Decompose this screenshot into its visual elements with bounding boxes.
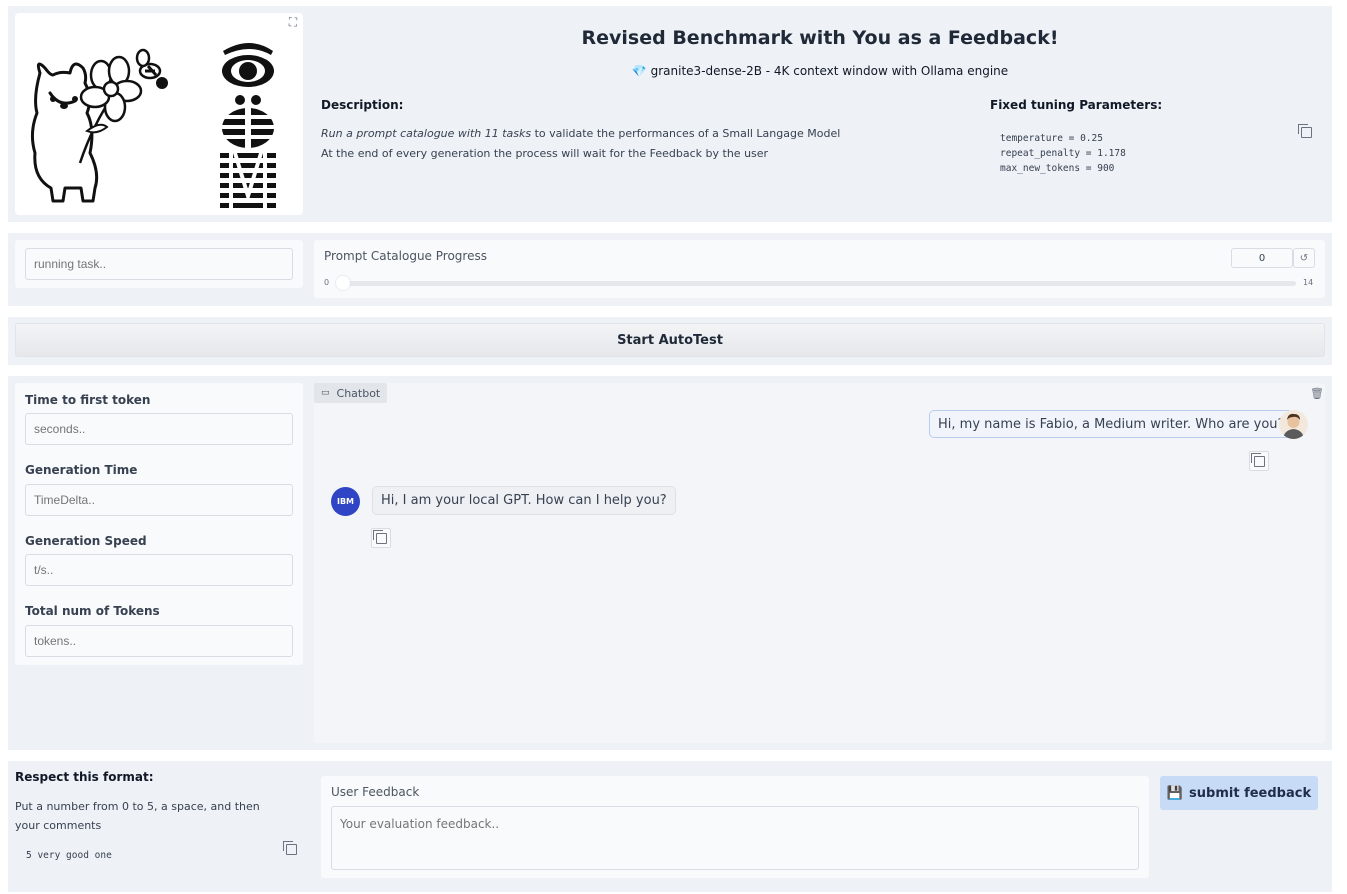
reset-icon: ↺ bbox=[1299, 252, 1309, 264]
param-temperature: temperature = 0.25 bbox=[1000, 133, 1103, 144]
start-autotest-button[interactable]: Start AutoTest bbox=[15, 323, 1325, 357]
llama-ibm-illustration bbox=[30, 43, 285, 213]
start-autotest-label: Start AutoTest bbox=[617, 332, 723, 348]
description-heading: Description: bbox=[321, 98, 404, 112]
format-heading: Respect this format: bbox=[15, 770, 154, 784]
feedback-textarea[interactable] bbox=[331, 806, 1139, 870]
format-example: 5 very good one bbox=[26, 850, 112, 861]
description-line-2: At the end of every generation the proce… bbox=[321, 147, 769, 160]
progress-value: 0 bbox=[1258, 252, 1266, 264]
copy-example-icon[interactable] bbox=[282, 840, 300, 858]
tokens-input[interactable] bbox=[25, 625, 293, 657]
submit-feedback-label: submit feedback bbox=[1189, 785, 1312, 801]
params-code-block: temperature = 0.25 repeat_penalty = 1.17… bbox=[1000, 131, 1126, 176]
ttft-label: Time to first token bbox=[25, 393, 151, 407]
logo-image bbox=[15, 13, 303, 215]
submit-feedback-button[interactable]: 💾 submit feedback bbox=[1160, 776, 1318, 810]
slider-handle[interactable] bbox=[336, 276, 350, 290]
trash-icon[interactable]: 🗑 bbox=[1308, 384, 1326, 402]
copy-params-icon[interactable] bbox=[1297, 123, 1315, 141]
description-line-1: Run a prompt catalogue with 11 tasks to … bbox=[321, 127, 840, 140]
fullscreen-icon[interactable]: ⛶ bbox=[284, 13, 302, 31]
person-icon bbox=[1283, 413, 1304, 439]
gem-icon: 💎 bbox=[631, 64, 647, 78]
chatbot-tag: ▭ Chatbot bbox=[314, 383, 388, 403]
user-avatar bbox=[1279, 410, 1308, 439]
copy-user-message-icon[interactable] bbox=[1249, 451, 1269, 471]
slider-min-label: 0 bbox=[324, 278, 330, 287]
param-repeat-penalty: repeat_penalty = 1.178 bbox=[1000, 148, 1126, 159]
running-task-input[interactable] bbox=[25, 248, 293, 280]
progress-label: Prompt Catalogue Progress bbox=[324, 249, 487, 263]
gen-speed-input[interactable] bbox=[25, 554, 293, 586]
progress-number-input[interactable]: 0 bbox=[1231, 248, 1293, 268]
slider-max-label: 14 bbox=[1303, 278, 1314, 287]
gen-time-input[interactable] bbox=[25, 484, 293, 516]
gen-speed-label: Generation Speed bbox=[25, 534, 147, 548]
gen-time-label: Generation Time bbox=[25, 463, 138, 477]
bot-message: Hi, I am your local GPT. How can I help … bbox=[372, 486, 676, 515]
description-rest: to validate the performances of a Small … bbox=[531, 127, 841, 140]
user-message: Hi, my name is Fabio, a Medium writer. W… bbox=[929, 410, 1294, 438]
chat-icon: ▭ bbox=[321, 388, 330, 398]
params-heading: Fixed tuning Parameters: bbox=[990, 98, 1163, 112]
reset-button[interactable]: ↺ bbox=[1293, 248, 1315, 268]
copy-bot-message-icon[interactable] bbox=[371, 528, 391, 548]
chatbot-label: Chatbot bbox=[336, 386, 381, 400]
tokens-label: Total num of Tokens bbox=[25, 604, 160, 618]
ibm-logo: IBM bbox=[336, 497, 355, 506]
page-title: Revised Benchmark with You as a Feedback… bbox=[581, 27, 1059, 49]
bot-avatar: IBM bbox=[331, 487, 360, 516]
subtitle-text: granite3-dense-2B - 4K context window wi… bbox=[650, 64, 1009, 78]
slider-track[interactable] bbox=[340, 281, 1296, 286]
param-max-new-tokens: max_new_tokens = 900 bbox=[1000, 163, 1115, 174]
format-text: Put a number from 0 to 5, a space, and t… bbox=[15, 800, 260, 832]
description-italic: Run a prompt catalogue with 11 tasks bbox=[321, 127, 532, 140]
feedback-label: User Feedback bbox=[331, 785, 420, 799]
floppy-disk-icon: 💾 bbox=[1166, 785, 1184, 801]
subtitle: 💎 granite3-dense-2B - 4K context window … bbox=[560, 64, 1080, 78]
ttft-input[interactable] bbox=[25, 413, 293, 445]
